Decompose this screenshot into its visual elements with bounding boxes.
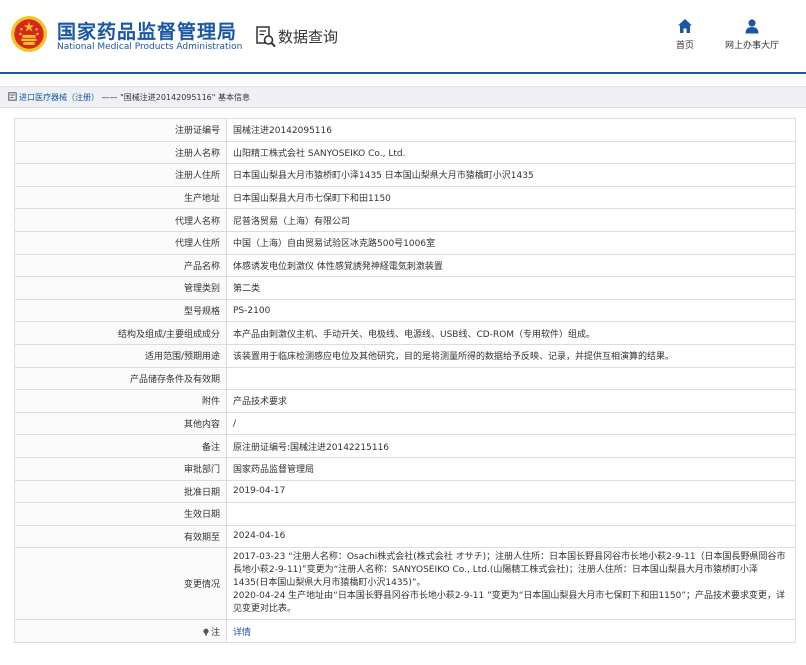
field-value: [226, 502, 796, 526]
field-label: 有效期至: [14, 524, 227, 549]
field-value: [226, 366, 796, 391]
field-value: 国家药品监督管理局: [226, 456, 796, 481]
breadcrumb-separator: ——: [101, 93, 118, 102]
field-label: 注册证编号: [14, 118, 227, 142]
field-label: 注册人住所: [14, 163, 227, 187]
breadcrumb-category-link[interactable]: 进口医疗器械（注册）: [19, 93, 99, 102]
field-label: 批准日期: [14, 479, 227, 504]
table-row: 生效日期: [14, 502, 796, 526]
nav-service-hall-link[interactable]: 网上办事大厅: [722, 18, 782, 51]
field-value: 日本国山梨县大月市猿桥町小泽1435 日本国山梨県大月市猿橋町小沢1435: [226, 163, 796, 187]
table-row: 结构及组成/主要组成成分 本产品由刺激仪主机、手动开关、电极线、电源线、USB线、…: [14, 321, 796, 345]
field-label: 附件: [14, 389, 227, 413]
field-label: 注: [210, 627, 220, 638]
field-label: 产品名称: [14, 253, 227, 278]
table-row-note: 注 详情: [14, 619, 796, 643]
table-row: 代理人名称 尼普洛贸易（上海）有限公司: [14, 208, 796, 232]
field-value: 原注册证编号:国械注进20142215116: [226, 434, 796, 458]
brand-title: 国家药品监督管理局: [57, 21, 238, 43]
field-label: 代理人名称: [14, 208, 227, 232]
table-row: 注册人名称 山阳精工株式会社 SANYOSEIKO Co., Ltd.: [14, 140, 796, 165]
details-link[interactable]: 详情: [233, 628, 251, 638]
table-row: 批准日期 2019-04-17: [14, 479, 796, 504]
note-icon: [203, 628, 209, 636]
field-value: 国械注进20142095116: [226, 118, 796, 142]
note-label-cell: 注: [14, 619, 227, 643]
field-value: 山阳精工株式会社 SANYOSEIKO Co., Ltd.: [226, 140, 796, 165]
breadcrumb-current: "国械注进20142095116": [120, 93, 216, 102]
document-icon: [8, 92, 17, 101]
search-document-icon: [256, 26, 276, 48]
field-label: 审批部门: [14, 456, 227, 481]
table-row: 审批部门 国家药品监督管理局: [14, 456, 796, 481]
field-value: 日本国山梨县大月市七保町下和田1150: [226, 185, 796, 210]
field-label: 注册人名称: [14, 140, 227, 165]
table-row: 产品名称 体感诱发电位刺激仪 体性感覚誘発神経電気刺激装置: [14, 253, 796, 278]
field-value: 体感诱发电位刺激仪 体性感覚誘発神経電気刺激装置: [226, 253, 796, 278]
table-row: 生产地址 日本国山梨县大月市七保町下和田1150: [14, 185, 796, 210]
table-row: 注册人住所 日本国山梨县大月市猿桥町小泽1435 日本国山梨県大月市猿橋町小沢14…: [14, 163, 796, 187]
table-row-change-history: 变更情况 2017-03-23 “注册人名称：Osachi株式会社(株式会社 オ…: [14, 547, 796, 621]
field-label: 管理类别: [14, 276, 227, 300]
field-value: 第二类: [226, 276, 796, 300]
field-label: 适用范围/预期用途: [14, 343, 227, 368]
field-value: 本产品由刺激仪主机、手动开关、电极线、电源线、USB线、CD-ROM（专用软件）…: [226, 321, 796, 345]
breadcrumb: 进口医疗器械（注册） —— "国械注进20142095116" 基本信息: [0, 86, 806, 108]
table-row: 附件 产品技术要求: [14, 389, 796, 413]
field-label: 产品储存条件及有效期: [14, 366, 227, 391]
field-label: 生效日期: [14, 502, 227, 526]
nav-service-hall-label: 网上办事大厅: [724, 41, 779, 51]
field-label: 其他内容: [14, 411, 227, 436]
field-value: 2019-04-17: [226, 479, 796, 504]
brand-subtitle: National Medical Products Administration: [57, 42, 243, 52]
table-row: 备注 原注册证编号:国械注进20142215116: [14, 434, 796, 458]
table-row: 适用范围/预期用途 该装置用于临床检测感应电位及其他研究，目的是将测量所得的数据给…: [14, 343, 796, 368]
field-value: 该装置用于临床检测感应电位及其他研究，目的是将测量所得的数据给予反映、记录，并提…: [226, 343, 796, 368]
field-label: 代理人住所: [14, 230, 227, 255]
breadcrumb-suffix: 基本信息: [218, 93, 250, 102]
field-label: 型号规格: [14, 298, 227, 323]
table-row: 管理类别 第二类: [14, 276, 796, 300]
field-value: 2024-04-16: [226, 524, 796, 549]
table-row: 产品储存条件及有效期: [14, 366, 796, 391]
national-emblem-icon: [10, 15, 48, 53]
nav-home-label: 首页: [675, 41, 694, 51]
site-header: 国家药品监督管理局 National Medical Products Admi…: [0, 0, 806, 72]
home-icon: [678, 19, 692, 33]
field-label: 结构及组成/主要组成成分: [14, 321, 227, 345]
field-value: 中国（上海）自由贸易试验区冰克路500号1006室: [226, 230, 796, 255]
table-row: 代理人住所 中国（上海）自由贸易试验区冰克路500号1006室: [14, 230, 796, 255]
header-divider: [0, 72, 806, 74]
field-value: PS-2100: [226, 298, 796, 323]
table-row: 型号规格 PS-2100: [14, 298, 796, 323]
table-row: 有效期至 2024-04-16: [14, 524, 796, 549]
change-history-value: 2017-03-23 “注册人名称：Osachi株式会社(株式会社 オサチ)；注…: [226, 547, 796, 621]
field-value: 尼普洛贸易（上海）有限公司: [226, 208, 796, 232]
field-label: 生产地址: [14, 185, 227, 210]
field-label: 变更情况: [14, 547, 227, 621]
data-query-title: 数据查询: [278, 28, 339, 46]
field-value: /: [226, 411, 796, 436]
nav-home-link[interactable]: 首页: [670, 18, 700, 51]
table-row: 注册证编号 国械注进20142095116: [14, 118, 796, 142]
table-row: 其他内容 /: [14, 411, 796, 436]
detail-table: 注册证编号 国械注进20142095116 注册人名称 山阳精工株式会社 SANYO…: [14, 118, 796, 643]
field-value: 产品技术要求: [226, 389, 796, 413]
user-icon: [745, 19, 759, 34]
field-label: 备注: [14, 434, 227, 458]
